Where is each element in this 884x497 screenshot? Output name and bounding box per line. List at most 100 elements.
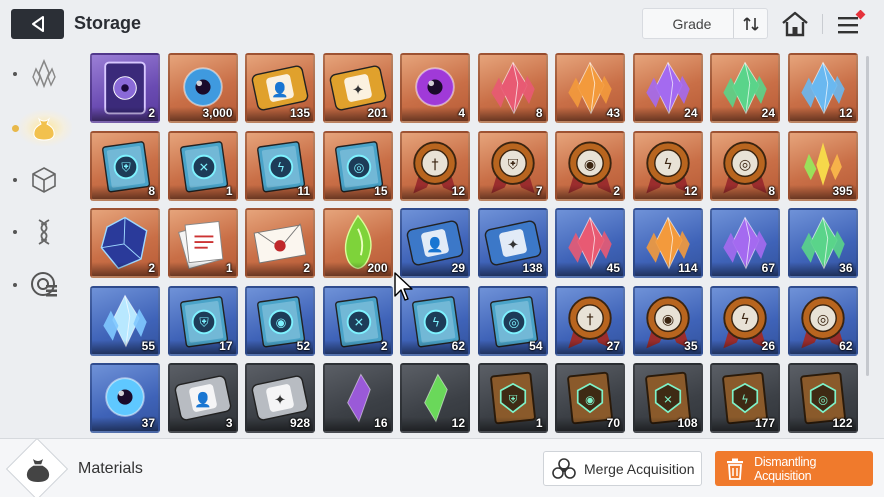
item-count: 4 — [458, 106, 465, 120]
item-count: 200 — [367, 261, 388, 275]
item-slot[interactable]: ◉ 52 — [245, 285, 315, 356]
category-dna[interactable] — [24, 212, 64, 252]
item-slot[interactable]: 16 — [322, 363, 393, 433]
item-slot[interactable]: 24 — [632, 53, 703, 123]
sort-order-toggle[interactable] — [733, 9, 767, 38]
item-count: 928 — [289, 416, 310, 430]
item-slot[interactable]: ✦ 928 — [245, 363, 315, 433]
item-slot[interactable]: ◎ 15 — [322, 130, 393, 201]
header-divider — [822, 14, 823, 34]
menu-button[interactable] — [834, 9, 868, 38]
item-slot[interactable]: 2 — [245, 208, 315, 278]
grid-scrollbar[interactable] — [866, 56, 869, 376]
item-slot[interactable]: 395 — [787, 130, 858, 201]
item-count: 2 — [613, 183, 620, 198]
item-slot[interactable]: 55 — [90, 285, 160, 356]
item-count: 3 — [225, 416, 233, 430]
item-count: 26 — [761, 338, 775, 353]
category-cube[interactable] — [24, 160, 64, 200]
item-slot[interactable]: ◎ 122 — [787, 363, 858, 433]
item-count: 16 — [374, 416, 388, 430]
item-slot[interactable]: ϟ 177 — [710, 363, 780, 433]
svg-text:✦: ✦ — [352, 83, 364, 99]
item-slot[interactable]: ✕ 108 — [632, 363, 703, 433]
item-count: 55 — [141, 338, 155, 353]
item-slot[interactable]: ◉ 70 — [555, 363, 625, 433]
item-count: 24 — [761, 106, 775, 120]
item-slot[interactable]: 200 — [322, 208, 393, 278]
item-slot[interactable]: 👤 29 — [400, 208, 470, 278]
svg-text:✕: ✕ — [353, 315, 363, 329]
item-slot[interactable]: ◎ 62 — [787, 285, 858, 356]
svg-text:†: † — [586, 311, 593, 327]
header-bar: Storage Grade — [0, 0, 884, 48]
dismantling-acquisition-button[interactable]: Dismantling Acquisition — [715, 451, 873, 486]
category-materials[interactable] — [24, 108, 64, 148]
svg-text:👤: 👤 — [194, 392, 212, 409]
item-slot[interactable]: 45 — [555, 208, 625, 278]
dna-icon — [38, 219, 50, 245]
grade-sort-dropdown[interactable]: Grade — [642, 8, 768, 39]
item-count: 8 — [768, 183, 775, 198]
item-slot[interactable]: 2 — [90, 53, 160, 123]
item-slot[interactable]: ✕ 2 — [322, 285, 393, 356]
item-slot[interactable]: 👤 3 — [167, 363, 238, 433]
item-count: 114 — [678, 261, 698, 275]
item-slot[interactable]: ⛨ 8 — [90, 130, 160, 201]
back-button[interactable] — [11, 9, 64, 39]
svg-text:⛨: ⛨ — [199, 315, 208, 329]
svg-text:⛨: ⛨ — [121, 160, 130, 174]
item-count: 35 — [684, 338, 698, 353]
svg-text:⛨: ⛨ — [508, 394, 517, 407]
rail-dot — [13, 178, 17, 182]
item-slot[interactable]: † 12 — [400, 130, 470, 201]
item-slot[interactable]: 37 — [90, 363, 160, 433]
item-slot[interactable]: ◎ 54 — [477, 285, 548, 356]
item-slot[interactable]: ⛨ 17 — [167, 285, 238, 356]
item-slot[interactable]: 8 — [477, 53, 548, 123]
merge-acquisition-button[interactable]: Merge Acquisition — [543, 451, 702, 486]
item-slot[interactable]: 12 — [400, 363, 470, 433]
item-slot[interactable]: 3,000 — [167, 53, 238, 123]
svg-text:ϟ: ϟ — [277, 160, 285, 174]
item-slot[interactable]: 2 — [90, 208, 160, 278]
home-button[interactable] — [780, 10, 810, 38]
item-slot[interactable]: 👤 135 — [245, 53, 315, 123]
item-slot[interactable]: ◉ 35 — [632, 285, 703, 356]
item-slot[interactable]: 43 — [555, 53, 625, 123]
page-title: Storage — [74, 13, 142, 33]
item-slot[interactable]: ✦ 201 — [322, 53, 393, 123]
item-slot[interactable]: ✕ 1 — [167, 130, 238, 201]
item-count: 138 — [522, 261, 543, 275]
item-slot[interactable]: 12 — [787, 53, 858, 123]
item-slot[interactable]: ⛨ 7 — [477, 130, 548, 201]
item-slot[interactable]: ◉ 2 — [555, 130, 625, 201]
item-slot[interactable]: ◎ 8 — [710, 130, 780, 201]
item-count: 36 — [839, 261, 853, 275]
item-slot[interactable]: 67 — [710, 208, 780, 278]
item-slot[interactable]: 36 — [787, 208, 858, 278]
item-slot[interactable]: ϟ 12 — [632, 130, 703, 201]
item-slot[interactable]: 4 — [400, 53, 470, 123]
item-count: 201 — [367, 106, 388, 120]
item-count: 177 — [754, 416, 775, 430]
radar-icon — [31, 272, 57, 297]
item-slot[interactable]: 1 — [167, 208, 238, 278]
item-count: 45 — [606, 261, 620, 275]
item-slot[interactable]: † 27 — [555, 285, 625, 356]
item-slot[interactable]: ⛨ 1 — [477, 363, 548, 433]
svg-text:ϟ: ϟ — [663, 156, 672, 172]
category-label: Materials — [78, 460, 143, 477]
svg-text:◎: ◎ — [353, 160, 364, 174]
item-slot[interactable]: 24 — [710, 53, 780, 123]
rail-dot — [13, 283, 17, 287]
item-count: 70 — [606, 416, 620, 430]
category-radar[interactable] — [24, 264, 64, 304]
item-slot[interactable]: ✦ 138 — [477, 208, 548, 278]
item-count: 67 — [761, 261, 775, 275]
item-slot[interactable]: ϟ 26 — [710, 285, 780, 356]
item-slot[interactable]: ϟ 11 — [245, 130, 315, 201]
item-slot[interactable]: 114 — [632, 208, 703, 278]
category-crystal[interactable] — [24, 54, 64, 94]
svg-text:ϟ: ϟ — [741, 394, 748, 407]
